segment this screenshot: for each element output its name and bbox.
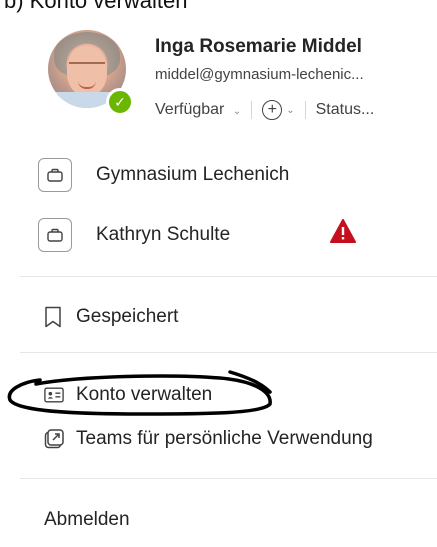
add-circle-icon: + [262, 100, 283, 120]
menu-item-label: Gespeichert [76, 306, 179, 327]
briefcase-icon [38, 218, 72, 252]
availability-label: Verfügbar [155, 101, 225, 118]
user-name: Inga Rosemarie Middel [155, 36, 362, 57]
briefcase-icon [38, 158, 72, 192]
chevron-down-icon: ⌄ [232, 106, 242, 117]
org-label: Gymnasium Lechenich [96, 164, 290, 185]
sign-out-button[interactable]: Abmelden [44, 509, 130, 531]
org-item-gymnasium-lechenich[interactable]: Gymnasium Lechenich [38, 158, 289, 192]
org-label: Kathryn Schulte [96, 224, 231, 245]
add-status-button[interactable]: + ⌄ [262, 100, 295, 120]
status-row: Verfügbar ⌄ + ⌄ Status... [155, 100, 374, 120]
bookmark-icon [44, 306, 64, 328]
open-external-icon [44, 429, 64, 449]
separator [304, 101, 306, 119]
availability-dropdown[interactable]: Verfügbar ⌄ [155, 101, 241, 119]
status-message-button[interactable]: Status... [316, 101, 375, 119]
warning-icon [330, 219, 356, 248]
menu-item-label: Teams für persönliche Verwendung [76, 428, 373, 449]
hand-drawn-ellipse-annotation [7, 370, 272, 416]
user-email: middel@gymnasium-lechenic... [155, 66, 364, 83]
presence-available-icon: ✓ [106, 88, 134, 116]
separator [251, 101, 253, 119]
cropped-heading: b) Konto verwalten [4, 0, 188, 13]
menu-item-teams-personal[interactable]: Teams für persönliche Verwendung [44, 428, 373, 450]
divider [20, 352, 437, 353]
divider [20, 478, 437, 479]
chevron-down-icon: ⌄ [286, 104, 295, 116]
menu-item-saved[interactable]: Gespeichert [44, 306, 178, 328]
divider [20, 276, 437, 277]
org-item-kathryn-schulte[interactable]: Kathryn Schulte [38, 218, 230, 252]
